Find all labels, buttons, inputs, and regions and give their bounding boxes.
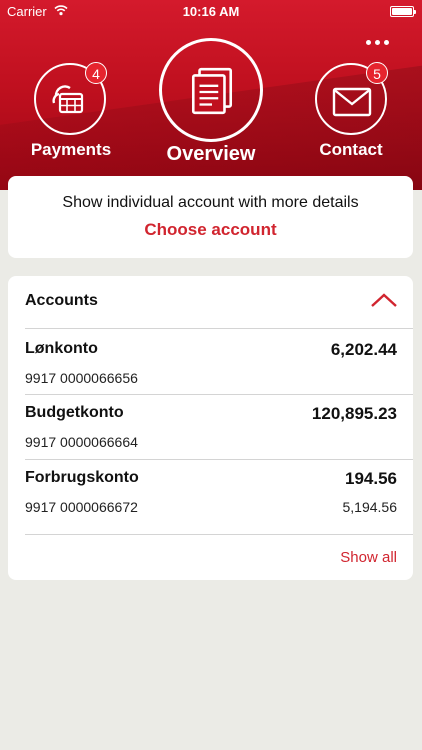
- payments-label: Payments: [30, 140, 112, 159]
- account-name: Lønkonto: [25, 340, 98, 357]
- choose-account-link[interactable]: Choose account: [8, 220, 413, 240]
- more-dot: [366, 40, 371, 45]
- account-row[interactable]: Forbrugskonto 194.56 9917 0000066672 5,1…: [8, 460, 413, 524]
- account-name: Budgetkonto: [25, 404, 124, 421]
- payments-badge: 4: [85, 62, 107, 84]
- account-balance: 120,895.23: [311, 404, 397, 423]
- battery-icon: [390, 6, 416, 17]
- envelope-icon: [332, 87, 372, 117]
- nav-contact[interactable]: 5 Contact: [306, 60, 396, 160]
- accounts-card: Accounts Lønkonto 6,202.44 9917 00000666…: [8, 276, 413, 580]
- choose-account-description: Show individual account with more detail…: [62, 194, 359, 211]
- account-number: 9917 0000066656: [25, 370, 138, 386]
- account-balance: 194.56: [345, 469, 397, 488]
- status-time: 10:16 AM: [182, 4, 240, 19]
- nav-payments[interactable]: 4 Payments: [28, 60, 118, 160]
- account-balance: 6,202.44: [330, 340, 397, 359]
- more-dot: [375, 40, 380, 45]
- account-name: Forbrugskonto: [25, 469, 139, 486]
- documents-icon: [191, 67, 233, 115]
- contact-label: Contact: [319, 140, 383, 159]
- nav-overview[interactable]: Overview: [155, 36, 267, 168]
- more-options-icon[interactable]: [366, 38, 392, 48]
- show-all-link[interactable]: Show all: [340, 549, 397, 566]
- calendar-pay-icon: [52, 85, 84, 114]
- account-number: 9917 0000066664: [25, 434, 138, 450]
- account-number: 9917 0000066672: [25, 499, 138, 515]
- accounts-title: Accounts: [25, 292, 98, 309]
- account-available: 5,194.56: [342, 499, 398, 515]
- account-row[interactable]: Budgetkonto 120,895.23 9917 0000066664: [8, 395, 413, 459]
- status-bar: Carrier 10:16 AM: [0, 0, 422, 24]
- overview-label: Overview: [166, 143, 256, 165]
- divider: [25, 534, 413, 535]
- more-dot: [384, 40, 389, 45]
- choose-account-card: Show individual account with more detail…: [8, 176, 413, 258]
- contact-badge: 5: [366, 62, 388, 84]
- overview-icon-circle: [159, 38, 263, 142]
- account-row[interactable]: Lønkonto 6,202.44 9917 0000066656: [8, 329, 413, 393]
- chevron-up-icon[interactable]: [370, 292, 398, 308]
